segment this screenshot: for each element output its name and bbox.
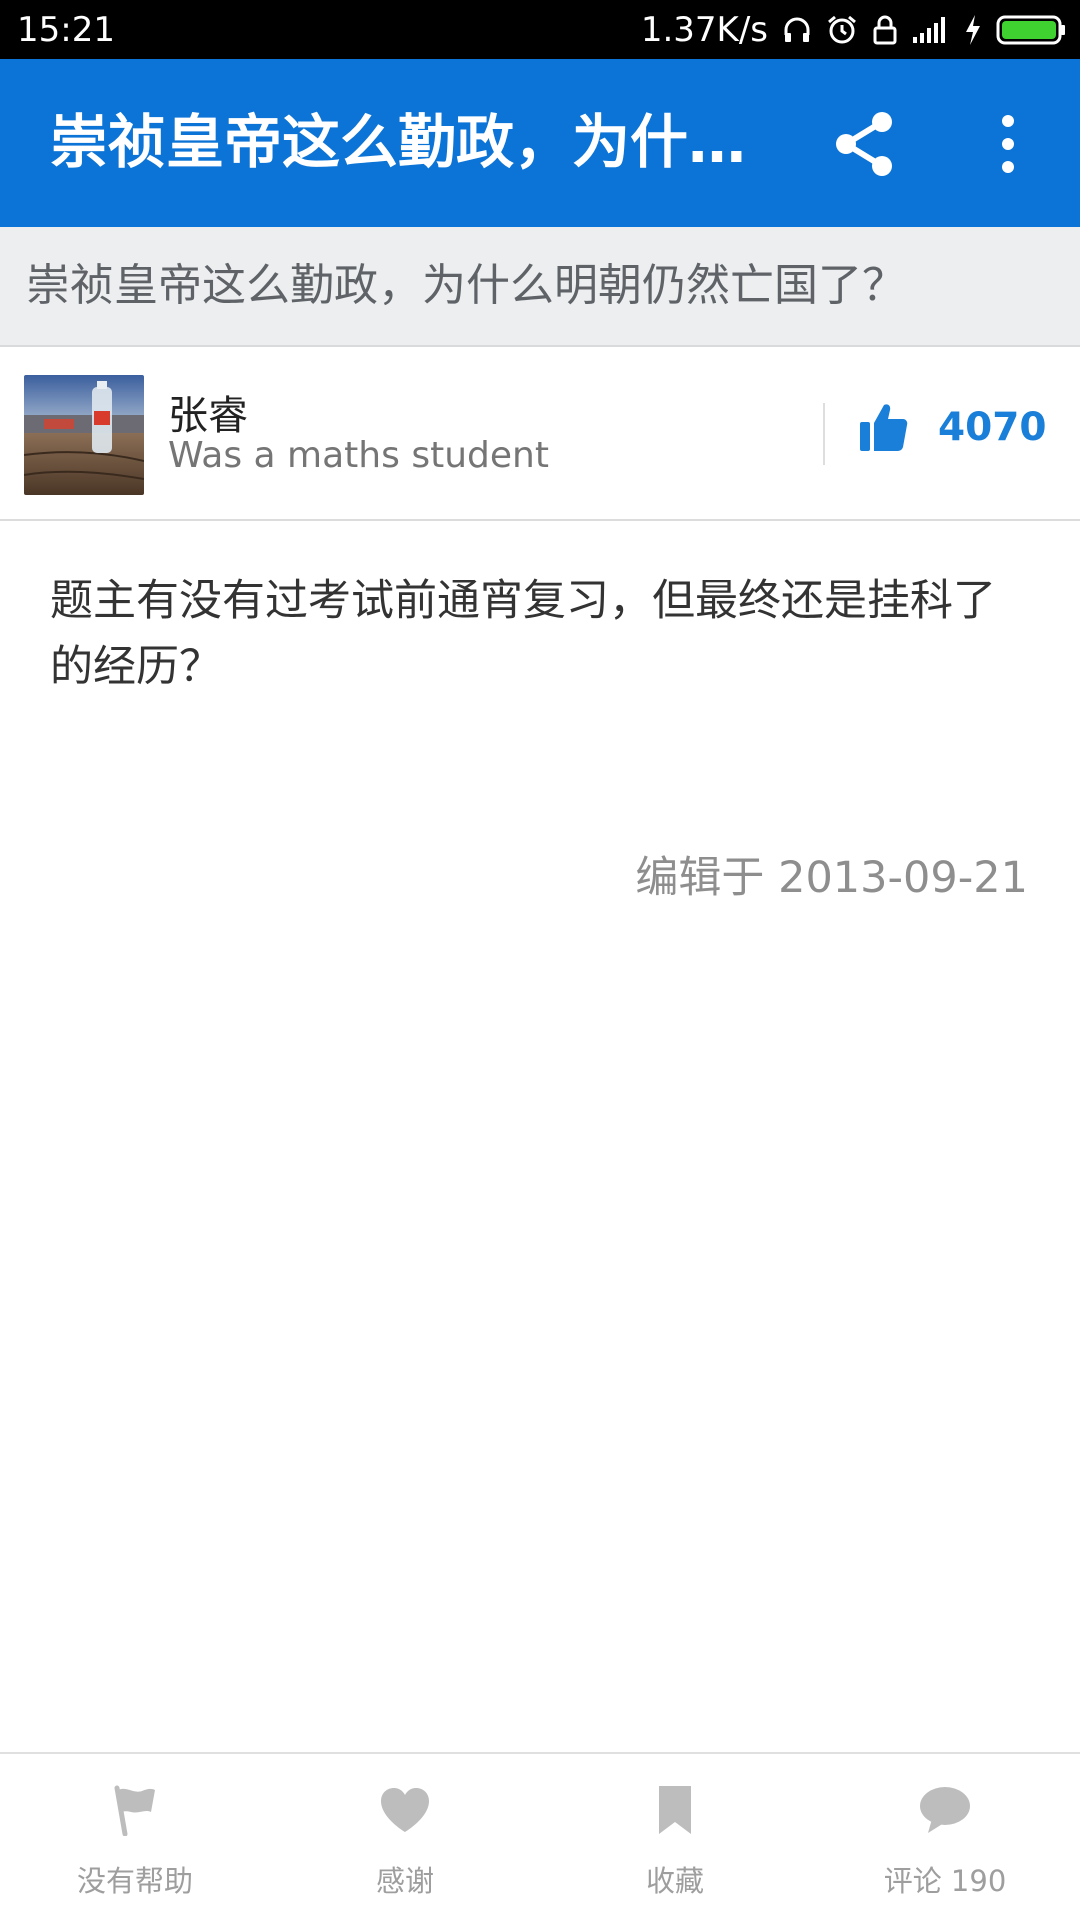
headphones-icon (784, 17, 810, 42)
author-name[interactable]: 张睿 (168, 383, 248, 441)
edit-date: 编辑于 2013-09-21 (635, 853, 1028, 903)
flag-icon (114, 1785, 155, 1836)
battery-icon (996, 15, 1065, 44)
heart-icon (381, 1788, 429, 1832)
comment-icon (920, 1787, 970, 1833)
answer-text: 题主有没有过考试前通宵复习，但最终还是挂科了的经历？ (50, 576, 996, 692)
thanks-label: 感谢 (375, 1864, 434, 1898)
share-icon (836, 112, 892, 176)
thumbs-up-icon (860, 404, 908, 451)
app-bar: 崇祯皇帝这么勤政，为什… (0, 59, 1080, 227)
lock-icon (873, 15, 897, 44)
collect-label: 收藏 (645, 1864, 704, 1898)
divider (823, 403, 825, 465)
status-time: 15:21 (17, 9, 115, 50)
not-helpful-label: 没有帮助 (76, 1864, 193, 1898)
comments-button[interactable]: 评论 190 (810, 1754, 1080, 1920)
alarm-icon (828, 15, 856, 43)
more-options-button[interactable] (990, 109, 1026, 179)
question-title[interactable]: 崇祯皇帝这么勤政，为什么明朝仍然亡国了？ (0, 227, 1080, 347)
status-icons: 1.37K/s (641, 10, 1066, 50)
thanks-button[interactable]: 感谢 (270, 1754, 540, 1920)
comments-label: 评论 190 (883, 1864, 1007, 1898)
bookmark-icon (659, 1786, 691, 1834)
collect-button[interactable]: 收藏 (540, 1754, 810, 1920)
status-bar: 15:21 1.37K/s (0, 0, 1080, 59)
net-speed: 1.37K/s (640, 9, 768, 50)
avatar[interactable] (24, 375, 144, 495)
upvote-button[interactable]: 4070 (858, 401, 1047, 453)
signal-icon (913, 16, 945, 43)
charging-icon (966, 14, 980, 45)
bottom-action-bar: 没有帮助 感谢 收藏 评论 190 (0, 1752, 1080, 1920)
share-button[interactable] (830, 109, 900, 179)
avatar-photo (24, 375, 144, 495)
app-bar-title: 崇祯皇帝这么勤政，为什… (50, 108, 747, 176)
author-row: 张睿 Was a maths student 4070 (0, 349, 1080, 521)
more-vert-icon (1002, 115, 1014, 173)
upvote-count: 4070 (938, 404, 1047, 450)
author-bio: Was a maths student (168, 435, 549, 476)
not-helpful-button[interactable]: 没有帮助 (0, 1754, 270, 1920)
